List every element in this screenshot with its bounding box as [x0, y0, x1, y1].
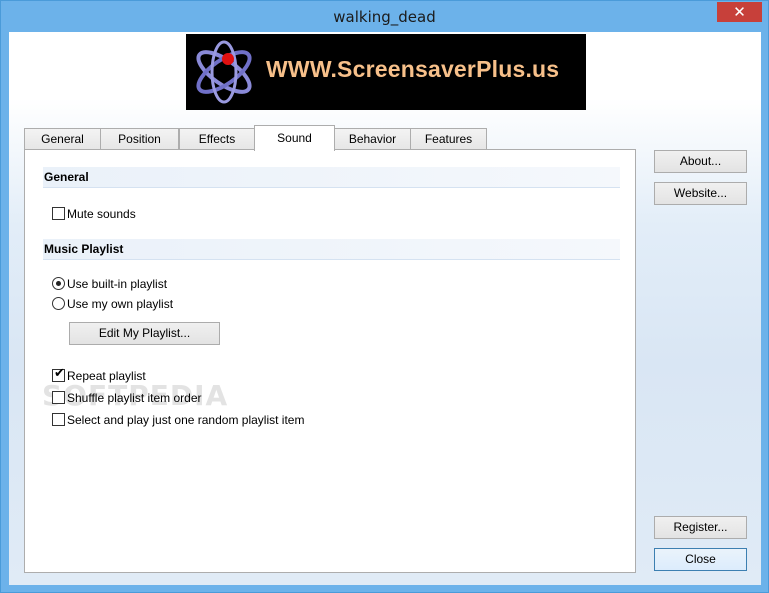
dialog-client: WWW.ScreensaverPlus.us General Position … [9, 32, 761, 585]
random-one-checkbox[interactable] [52, 413, 65, 426]
tab-position[interactable]: Position [100, 128, 179, 150]
banner: WWW.ScreensaverPlus.us [186, 34, 586, 110]
random-one-label[interactable]: Select and play just one random playlist… [67, 413, 304, 427]
music-playlist-section-header: Music Playlist [43, 239, 620, 260]
shuffle-playlist-label[interactable]: Shuffle playlist item order [67, 391, 202, 405]
tab-features[interactable]: Features [410, 128, 487, 150]
website-button[interactable]: Website... [654, 182, 747, 205]
edit-my-playlist-button[interactable]: Edit My Playlist... [69, 322, 220, 345]
app-window: walking_dead ✕ WWW.ScreensaverPlus.us Ge… [0, 0, 769, 593]
mute-sounds-checkbox[interactable] [52, 207, 65, 220]
about-button[interactable]: About... [654, 150, 747, 173]
close-button[interactable]: Close [654, 548, 747, 571]
register-button[interactable]: Register... [654, 516, 747, 539]
own-playlist-label[interactable]: Use my own playlist [67, 297, 173, 311]
mute-sounds-label[interactable]: Mute sounds [67, 207, 136, 221]
general-section-header: General [43, 167, 620, 188]
repeat-playlist-checkbox[interactable]: ✔ [52, 366, 65, 382]
shuffle-playlist-checkbox[interactable] [52, 391, 65, 404]
sound-tab-panel: SOFTPEDIA General Mute sounds Music Play… [24, 149, 636, 573]
window-title: walking_dead [333, 8, 436, 26]
own-playlist-radio[interactable] [52, 297, 65, 310]
radio-selected-dot [56, 281, 61, 286]
checkmark-icon: ✔ [54, 366, 65, 381]
tab-behavior[interactable]: Behavior [334, 128, 411, 150]
repeat-playlist-label[interactable]: Repeat playlist [67, 369, 146, 383]
tab-sound[interactable]: Sound [254, 125, 335, 151]
atom-logo-icon [196, 40, 252, 104]
title-bar[interactable]: walking_dead ✕ [1, 1, 768, 32]
builtin-playlist-label[interactable]: Use built-in playlist [67, 277, 167, 291]
tab-general[interactable]: General [24, 128, 101, 150]
tab-effects[interactable]: Effects [179, 128, 255, 150]
builtin-playlist-radio[interactable] [52, 277, 65, 290]
close-window-button[interactable]: ✕ [717, 2, 762, 22]
banner-url-text: WWW.ScreensaverPlus.us [266, 56, 560, 82]
